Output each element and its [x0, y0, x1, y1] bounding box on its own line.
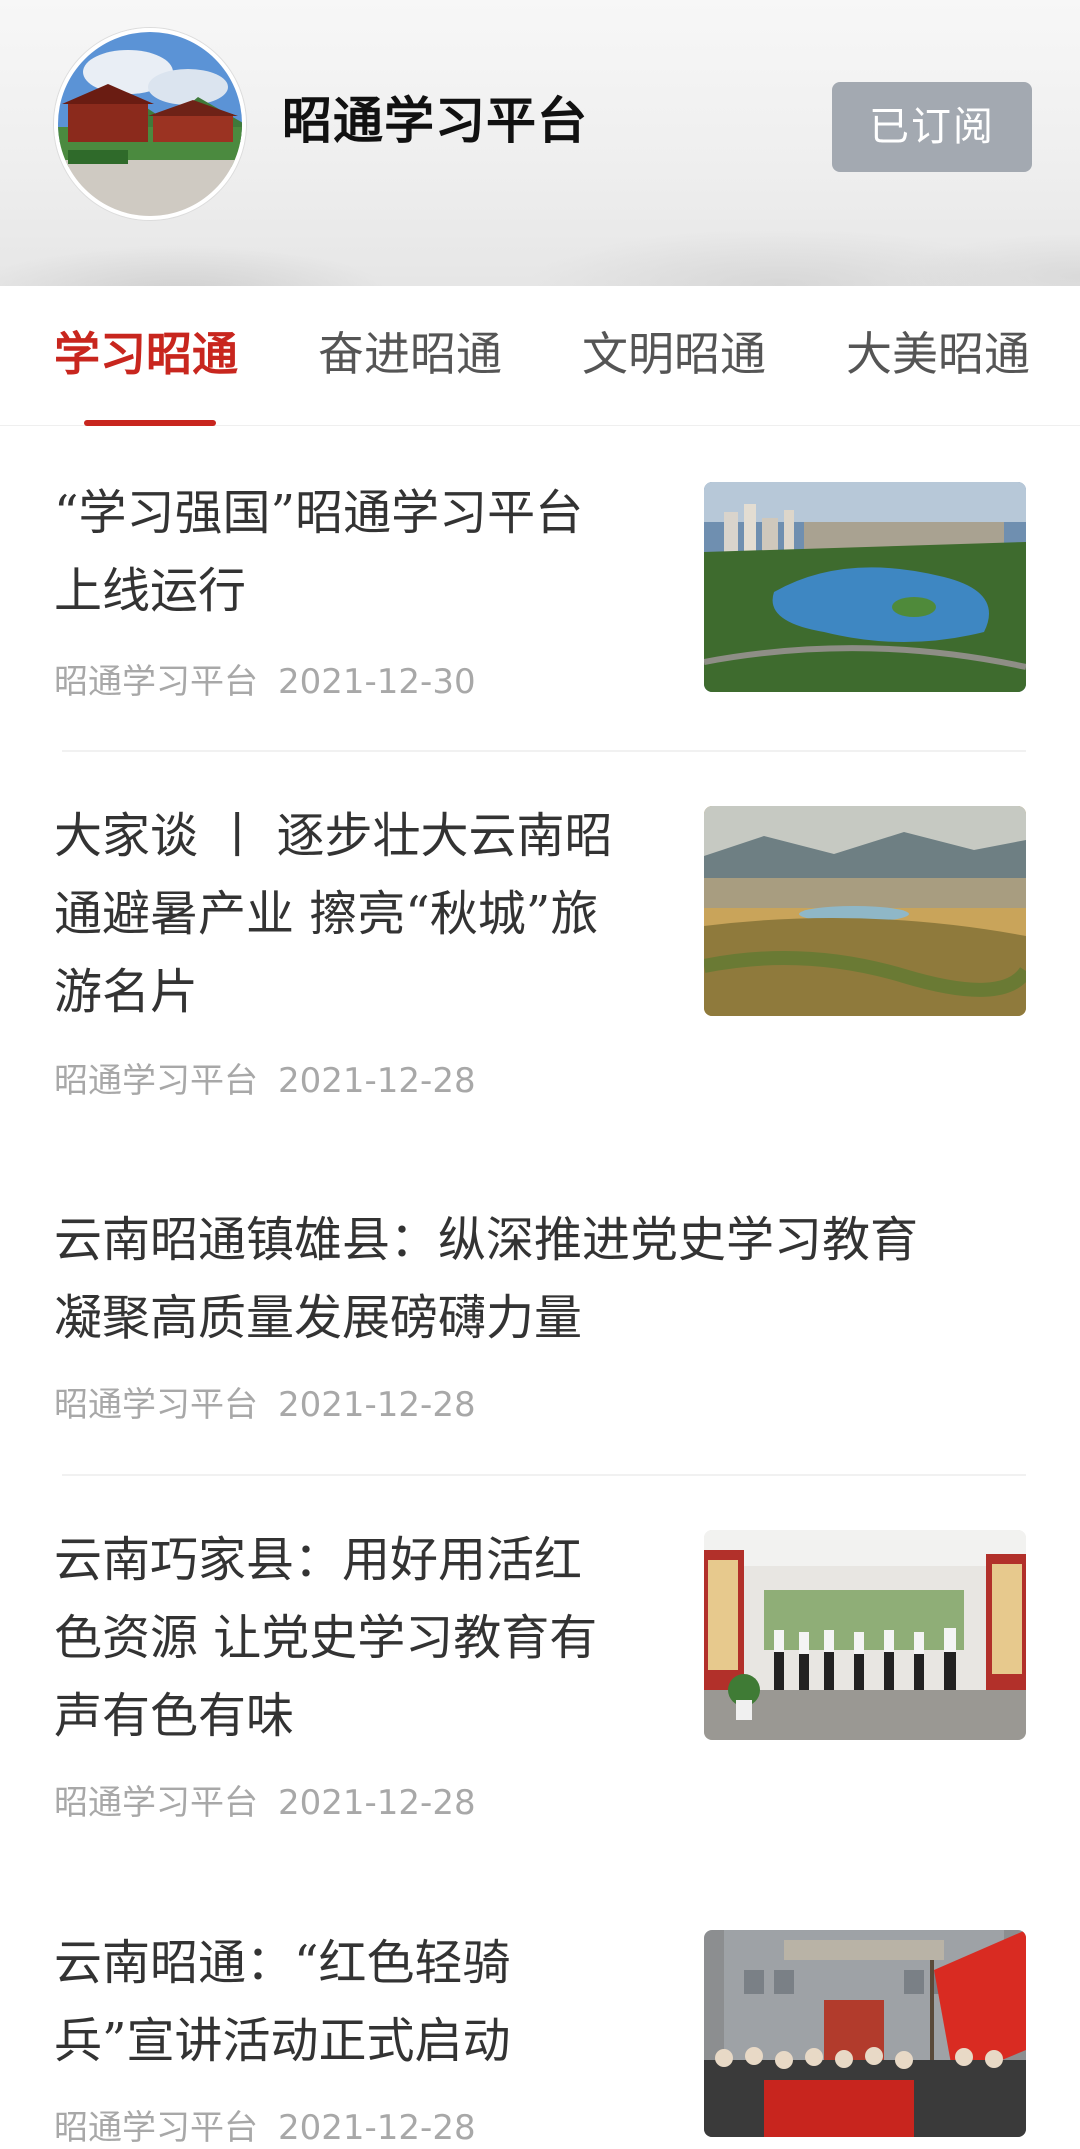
article-title: 大家谈 丨 逐步壮大云南昭 通避暑产业 擦亮“秋城”旅 游名片 [54, 797, 613, 1031]
list-item-article-3[interactable]: 云南昭通镇雄县：纵深推进党史学习教育 凝聚高质量发展磅礴力量 昭通学习平台 202… [0, 1201, 1080, 1451]
article-source: 昭通学习平台 [54, 1061, 258, 1101]
article-title-line: 云南昭通：“红色轻骑 [54, 1935, 511, 1991]
article-date: 2021-12-28 [278, 1385, 476, 1425]
article-source: 昭通学习平台 [54, 662, 258, 702]
article-title-line: 云南昭通镇雄县：纵深推进党史学习教育 [54, 1212, 919, 1268]
channel-title: 昭通学习平台 [282, 91, 588, 150]
article-title-line: 游名片 [54, 964, 199, 1020]
article-meta: 昭通学习平台 2021-12-28 [54, 2100, 476, 2149]
article-meta: 昭通学习平台 2021-12-28 [54, 1377, 476, 1426]
article-date: 2021-12-30 [278, 662, 476, 702]
article-source: 昭通学习平台 [54, 2108, 258, 2148]
article-title-line: 凝聚高质量发展磅礴力量 [54, 1290, 583, 1346]
list-item-article-1[interactable]: “学习强国”昭通学习平台 上线运行 昭通学习平台 2021-12-30 [0, 474, 1080, 734]
article-date: 2021-12-28 [278, 1061, 476, 1101]
article-date: 2021-12-28 [278, 1783, 476, 1823]
article-thumbnail[interactable] [704, 1530, 1026, 1740]
article-title-line: 上线运行 [54, 563, 247, 619]
list-item-article-2[interactable]: 大家谈 丨 逐步壮大云南昭 通避暑产业 擦亮“秋城”旅 游名片 昭通学习平台 20… [0, 797, 1080, 1117]
list-item-article-4[interactable]: 云南巧家县：用好用活红 色资源 让党史学习教育有 声有色有味 昭通学习平台 202… [0, 1521, 1080, 1841]
article-title: “学习强国”昭通学习平台 上线运行 [54, 474, 583, 630]
subscribed-button[interactable]: 已订阅 [832, 82, 1032, 172]
avatar-landscape-image [58, 32, 242, 216]
article-title: 云南昭通：“红色轻骑 兵”宣讲活动正式启动 [54, 1924, 511, 2080]
tab-beautiful-zhaotong[interactable]: 大美昭通 [846, 286, 1030, 426]
article-title: 云南巧家县：用好用活红 色资源 让党史学习教育有 声有色有味 [54, 1521, 597, 1755]
article-title-line: 通避暑产业 擦亮“秋城”旅 [54, 886, 599, 942]
article-thumbnail[interactable] [704, 482, 1026, 692]
article-title-line: 云南巧家县：用好用活红 [54, 1532, 583, 1588]
active-tab-indicator [84, 420, 216, 426]
list-divider [62, 1474, 1026, 1476]
article-title-line: 大家谈 丨 逐步壮大云南昭 [54, 808, 613, 864]
category-tabs: 学习昭通 奋进昭通 文明昭通 大美昭通 [0, 286, 1080, 426]
article-source: 昭通学习平台 [54, 1385, 258, 1425]
article-title: 云南昭通镇雄县：纵深推进党史学习教育 凝聚高质量发展磅礴力量 [54, 1201, 918, 1357]
article-title-line: 兵”宣讲活动正式启动 [54, 2013, 511, 2069]
tab-strive-zhaotong[interactable]: 奋进昭通 [318, 286, 502, 426]
article-meta: 昭通学习平台 2021-12-28 [54, 1775, 476, 1824]
article-title-line: “学习强国”昭通学习平台 [54, 485, 584, 541]
list-item-article-5[interactable]: 云南昭通：“红色轻骑 兵”宣讲活动正式启动 昭通学习平台 2021-12-28 [0, 1924, 1080, 2148]
tab-study-zhaotong[interactable]: 学习昭通 [54, 286, 238, 426]
tab-civilized-zhaotong[interactable]: 文明昭通 [582, 286, 766, 426]
article-thumbnail[interactable] [704, 806, 1026, 1016]
article-meta: 昭通学习平台 2021-12-30 [54, 654, 476, 703]
article-date: 2021-12-28 [278, 2108, 476, 2148]
article-meta: 昭通学习平台 2021-12-28 [54, 1053, 476, 1102]
list-divider [62, 750, 1026, 752]
article-title-line: 色资源 让党史学习教育有 [54, 1610, 598, 1666]
channel-avatar[interactable] [54, 28, 246, 220]
article-thumbnail[interactable] [704, 1930, 1026, 2137]
article-source: 昭通学习平台 [54, 1783, 258, 1823]
channel-header: 昭通学习平台 已订阅 [0, 0, 1080, 286]
article-title-line: 声有色有味 [54, 1688, 295, 1744]
